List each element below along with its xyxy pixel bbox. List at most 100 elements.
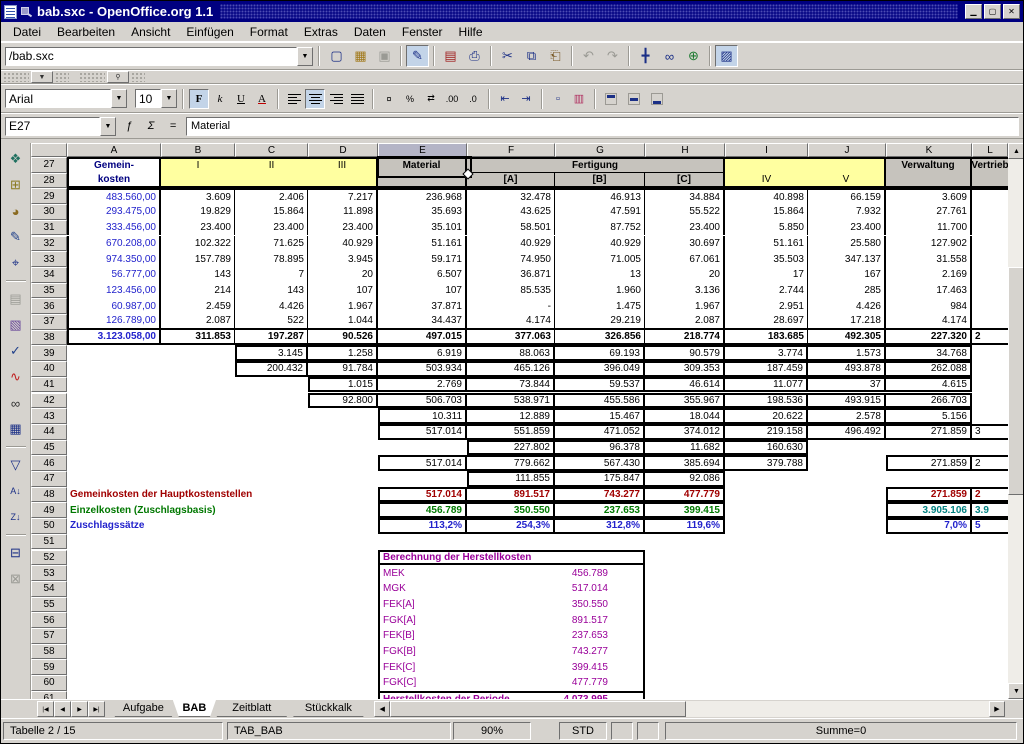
- cell-E48[interactable]: 517.014: [378, 487, 467, 503]
- percent-icon[interactable]: %: [400, 89, 420, 109]
- cell-F29[interactable]: 32.478: [467, 188, 555, 204]
- column-header-G[interactable]: G: [555, 143, 645, 157]
- cell-F46[interactable]: 779.662: [467, 455, 555, 471]
- cell-J37[interactable]: 17.218: [808, 314, 886, 330]
- align-center-button[interactable]: [305, 89, 325, 109]
- cell-L48[interactable]: 2: [972, 487, 1008, 503]
- cell-I27[interactable]: [725, 157, 808, 173]
- row-header-42[interactable]: 42: [31, 393, 67, 409]
- cell-G33[interactable]: 71.005: [555, 251, 645, 267]
- cell-D32[interactable]: 40.929: [308, 236, 378, 252]
- cell-L32[interactable]: [972, 236, 1008, 252]
- cell-F34[interactable]: 36.871: [467, 267, 555, 283]
- cell-G43[interactable]: 15.467: [555, 408, 645, 424]
- cell-G45[interactable]: 96.378: [555, 440, 645, 456]
- minimize-button[interactable]: ▁: [965, 4, 982, 19]
- cell-K27[interactable]: Verwaltung: [886, 157, 972, 173]
- borders-icon[interactable]: ▫: [548, 89, 568, 109]
- bold-button[interactable]: F: [189, 89, 209, 109]
- function-autopilot-icon[interactable]: ƒ: [119, 116, 139, 136]
- cell-B27[interactable]: I: [161, 157, 235, 173]
- row-header-55[interactable]: 55: [31, 597, 67, 613]
- cell-K41[interactable]: 4.615: [886, 377, 972, 393]
- cell-B37[interactable]: 2.087: [161, 314, 235, 330]
- scroll-left-icon[interactable]: ◀: [374, 701, 390, 717]
- cell-C28[interactable]: [235, 173, 308, 189]
- cell-E52[interactable]: Berechnung der Herstellkosten: [378, 550, 645, 566]
- decrease-indent-icon[interactable]: ⇤: [495, 89, 515, 109]
- row-header-61[interactable]: 61: [31, 691, 67, 699]
- cell-D37[interactable]: 1.044: [308, 314, 378, 330]
- cell-E46[interactable]: 517.014: [378, 455, 467, 471]
- draw-functions-icon[interactable]: ✎: [4, 225, 28, 249]
- cell-A30[interactable]: 293.475,00: [67, 204, 161, 220]
- cell-A37[interactable]: 126.789,00: [67, 314, 161, 330]
- cell-L28[interactable]: [972, 173, 1008, 189]
- cell-H38[interactable]: 218.774: [645, 330, 725, 346]
- menu-item-fenster[interactable]: Fenster: [394, 24, 451, 40]
- cell-E44[interactable]: 517.014: [378, 424, 467, 440]
- row-header-47[interactable]: 47: [31, 471, 67, 487]
- cell-H30[interactable]: 55.522: [645, 204, 725, 220]
- column-header-F[interactable]: F: [467, 143, 555, 157]
- cell-K46[interactable]: 271.859: [886, 455, 972, 471]
- cell-I36[interactable]: 2.951: [725, 298, 808, 314]
- cell-G31[interactable]: 87.752: [555, 220, 645, 236]
- cell-J33[interactable]: 347.137: [808, 251, 886, 267]
- row-header-44[interactable]: 44: [31, 424, 67, 440]
- cell-L50[interactable]: 5: [972, 518, 1008, 534]
- cell-B36[interactable]: 2.459: [161, 298, 235, 314]
- cell-I34[interactable]: 17: [725, 267, 808, 283]
- cell-E36[interactable]: 37.871: [378, 298, 467, 314]
- cell-F36[interactable]: -: [467, 298, 555, 314]
- cell-F31[interactable]: 58.501: [467, 220, 555, 236]
- row-header-34[interactable]: 34: [31, 267, 67, 283]
- cell-F39[interactable]: 88.063: [467, 345, 555, 361]
- cell-K49[interactable]: 3.905.106: [886, 502, 972, 518]
- vertical-scrollbar[interactable]: ▲▼: [1008, 143, 1024, 699]
- column-header-H[interactable]: H: [645, 143, 725, 157]
- cell-E42[interactable]: 506.703: [378, 393, 467, 409]
- cell-F40[interactable]: 465.126: [467, 361, 555, 377]
- cell-C34[interactable]: 7: [235, 267, 308, 283]
- name-box-input[interactable]: [5, 117, 100, 136]
- cell-H48[interactable]: 477.779: [645, 487, 725, 503]
- cell-A33[interactable]: 974.350,00: [67, 251, 161, 267]
- cell-E43[interactable]: 10.311: [378, 408, 467, 424]
- cell-F37[interactable]: 4.174: [467, 314, 555, 330]
- align-top-icon[interactable]: [601, 89, 621, 109]
- cell-F50[interactable]: 254,3%: [467, 518, 555, 534]
- cell-F47[interactable]: 111.855: [467, 471, 555, 487]
- cell-A34[interactable]: 56.777,00: [67, 267, 161, 283]
- cell-K34[interactable]: 2.169: [886, 267, 972, 283]
- cell-G46[interactable]: 567.430: [555, 455, 645, 471]
- cell-I43[interactable]: 20.622: [725, 408, 808, 424]
- close-button[interactable]: ✕: [1003, 4, 1020, 19]
- cell-B30[interactable]: 19.829: [161, 204, 235, 220]
- cell-K30[interactable]: 27.761: [886, 204, 972, 220]
- horizontal-scroll-thumb[interactable]: [390, 701, 686, 717]
- scroll-down-icon[interactable]: ▼: [1008, 683, 1024, 699]
- cell-H43[interactable]: 18.044: [645, 408, 725, 424]
- cell-G39[interactable]: 69.193: [555, 345, 645, 361]
- cell-I41[interactable]: 11.077: [725, 377, 808, 393]
- horizontal-scrollbar[interactable]: ◀▶: [374, 701, 1005, 717]
- pin-toolbar-icon[interactable]: ⚲: [107, 71, 129, 83]
- sort-ascending-icon[interactable]: A↓: [4, 479, 28, 503]
- cell-F35[interactable]: 85.535: [467, 283, 555, 299]
- cell-C35[interactable]: 143: [235, 283, 308, 299]
- datasources-icon[interactable]: ▦: [4, 417, 28, 441]
- status-insert-mode[interactable]: STD: [559, 722, 607, 740]
- row-header-48[interactable]: 48: [31, 487, 67, 503]
- cell-A50[interactable]: Zuschlagssätze: [67, 518, 378, 534]
- cell-I32[interactable]: 51.161: [725, 236, 808, 252]
- column-header-A[interactable]: A: [67, 143, 161, 157]
- insert-object-icon[interactable]: ❖: [4, 147, 28, 171]
- cell-K38[interactable]: 227.320: [886, 330, 972, 346]
- print-icon[interactable]: ⎙: [463, 45, 486, 67]
- cell-L33[interactable]: [972, 251, 1008, 267]
- group-icon[interactable]: ⊟: [4, 541, 28, 565]
- row-header-45[interactable]: 45: [31, 440, 67, 456]
- sheet-tab-zeitblatt[interactable]: Zeitblatt: [211, 700, 293, 717]
- cell-H45[interactable]: 11.682: [645, 440, 725, 456]
